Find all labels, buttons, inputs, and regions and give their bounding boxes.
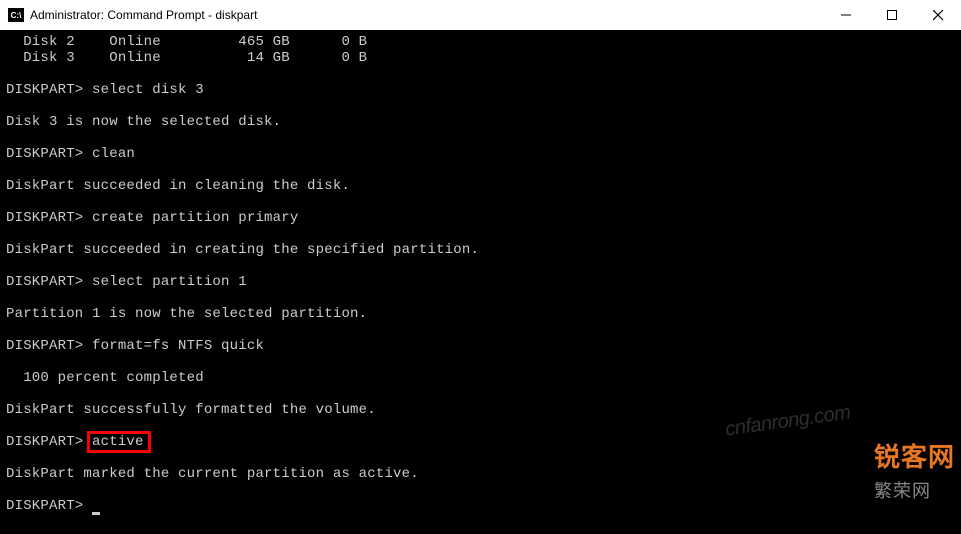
prompt-line: DISKPART> clean <box>6 146 955 162</box>
disk-list-row: Disk 3 Online 14 GB 0 B <box>6 50 955 66</box>
close-button[interactable] <box>915 0 961 30</box>
prompt-line: DISKPART> format=fs NTFS quick <box>6 338 955 354</box>
window-title: Administrator: Command Prompt - diskpart <box>30 8 257 22</box>
output-line: Disk 3 is now the selected disk. <box>6 114 955 130</box>
output-line: DiskPart succeeded in creating the speci… <box>6 242 955 258</box>
titlebar[interactable]: C:\ Administrator: Command Prompt - disk… <box>0 0 961 30</box>
blank-line <box>6 354 955 370</box>
prompt-line: DISKPART> active <box>6 434 955 450</box>
terminal-output[interactable]: Disk 2 Online 465 GB 0 B Disk 3 Online 1… <box>0 30 961 534</box>
blank-line <box>6 130 955 146</box>
blank-line <box>6 514 955 530</box>
blank-line <box>6 226 955 242</box>
blank-line <box>6 98 955 114</box>
minimize-button[interactable] <box>823 0 869 30</box>
prompt-line: DISKPART> select partition 1 <box>6 274 955 290</box>
blank-line <box>6 482 955 498</box>
blank-line <box>6 450 955 466</box>
output-line: DiskPart succeeded in cleaning the disk. <box>6 178 955 194</box>
output-line: Partition 1 is now the selected partitio… <box>6 306 955 322</box>
prompt-line: DISKPART> create partition primary <box>6 210 955 226</box>
output-line: DiskPart marked the current partition as… <box>6 466 955 482</box>
disk-list-row: Disk 2 Online 465 GB 0 B <box>6 34 955 50</box>
blank-line <box>6 162 955 178</box>
blank-line <box>6 258 955 274</box>
window-controls <box>823 0 961 30</box>
cmd-icon: C:\ <box>8 8 24 22</box>
maximize-button[interactable] <box>869 0 915 30</box>
prompt-line: DISKPART> select disk 3 <box>6 82 955 98</box>
output-line: 100 percent completed <box>6 370 955 386</box>
blank-line <box>6 194 955 210</box>
blank-line <box>6 322 955 338</box>
blank-line <box>6 386 955 402</box>
prompt-line: DISKPART> <box>6 498 955 514</box>
blank-line <box>6 66 955 82</box>
blank-line <box>6 290 955 306</box>
watermark-brand: 锐客网 繁荣网 <box>874 437 955 505</box>
